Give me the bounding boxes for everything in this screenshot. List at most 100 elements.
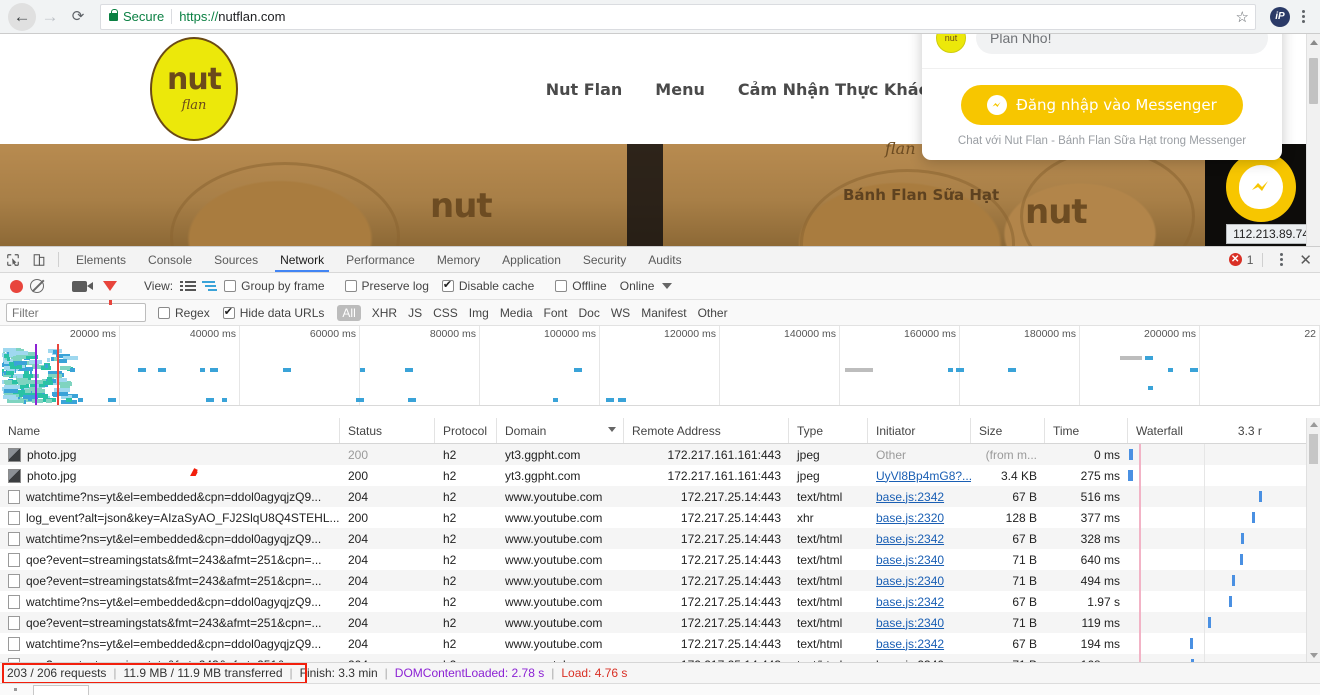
- table-row[interactable]: photo.jpg 200 h2 yt3.ggpht.com 172.217.161.1…: [0, 444, 1320, 465]
- cell-initiator[interactable]: base.js:2340: [868, 574, 971, 588]
- extension-icon[interactable]: iP: [1270, 6, 1290, 27]
- tab-performance[interactable]: Performance: [335, 247, 426, 272]
- scroll-up-arrow-icon[interactable]: [1310, 422, 1318, 427]
- column-header-remote-address[interactable]: Remote Address: [624, 418, 789, 443]
- table-row[interactable]: watchtime?ns=yt&el=embedded&cpn=ddol0agy…: [0, 486, 1320, 507]
- devtools-menu-icon[interactable]: [1272, 253, 1290, 266]
- devtools-close-icon[interactable]: ✕: [1299, 251, 1312, 269]
- cell-initiator[interactable]: base.js:2340: [868, 553, 971, 567]
- inspect-element-icon[interactable]: [0, 247, 26, 272]
- scroll-up-arrow-icon[interactable]: [1310, 40, 1318, 45]
- column-header-name[interactable]: Name: [0, 418, 340, 443]
- column-header-status[interactable]: Status: [340, 418, 435, 443]
- regex-checkbox[interactable]: Regex: [158, 306, 210, 320]
- cell-name: watchtime?ns=yt&el=embedded&cpn=ddol0agy…: [0, 490, 340, 504]
- tab-application[interactable]: Application: [491, 247, 572, 272]
- waterfall-view-icon[interactable]: [202, 280, 218, 292]
- chevron-down-icon[interactable]: [662, 283, 673, 289]
- tab-memory[interactable]: Memory: [426, 247, 491, 272]
- cell-initiator[interactable]: base.js:2342: [868, 532, 971, 546]
- cell-initiator[interactable]: base.js:2342: [868, 637, 971, 651]
- column-header-type[interactable]: Type: [789, 418, 868, 443]
- table-row[interactable]: qoe?event=streamingstats&fmt=243&afmt=25…: [0, 612, 1320, 633]
- tab-elements[interactable]: Elements: [65, 247, 137, 272]
- filter-type-doc[interactable]: Doc: [579, 306, 600, 320]
- filter-funnel-icon[interactable]: [103, 281, 117, 305]
- cell-size-text: 67 B: [1012, 489, 1037, 504]
- cell-name-text: watchtime?ns=yt&el=embedded&cpn=ddol0agy…: [26, 594, 322, 609]
- nav-item-menu[interactable]: Menu: [655, 80, 705, 99]
- filter-type-ws[interactable]: WS: [611, 306, 630, 320]
- filter-type-other[interactable]: Other: [698, 306, 728, 320]
- nav-item-reviews[interactable]: Cảm Nhận Thực Khác: [738, 80, 928, 99]
- filter-type-xhr[interactable]: XHR: [372, 306, 397, 320]
- network-overview-timeline[interactable]: 20000 ms 40000 ms 60000 ms 80000 ms 100000 m…: [0, 326, 1320, 406]
- column-header-initiator[interactable]: Initiator: [868, 418, 971, 443]
- cell-initiator[interactable]: UyVl8Bp4mG8?...: [868, 469, 971, 483]
- network-scrollbar-thumb[interactable]: [1309, 434, 1318, 464]
- filter-type-js[interactable]: JS: [408, 306, 422, 320]
- cell-remote-address-text: 172.217.25.14:443: [680, 552, 781, 567]
- tab-console[interactable]: Console: [137, 247, 203, 272]
- table-row[interactable]: qoe?event=streamingstats&fmt=243&afmt=25…: [0, 549, 1320, 570]
- clear-icon[interactable]: [30, 279, 44, 293]
- messenger-login-button[interactable]: Đăng nhập vào Messenger: [961, 85, 1243, 125]
- toggle-device-toolbar-icon[interactable]: [26, 247, 52, 272]
- column-header-waterfall[interactable]: Waterfall 3.3 r: [1128, 418, 1320, 443]
- cell-remote-address-text: 172.217.25.14:443: [680, 594, 781, 609]
- cell-type-text: text/html: [797, 489, 843, 504]
- list-view-icon[interactable]: [180, 280, 197, 292]
- network-table-scrollbar[interactable]: [1306, 418, 1320, 662]
- table-row[interactable]: qoe?event=streamingstats&fmt=243&afmt=25…: [0, 570, 1320, 591]
- cell-initiator[interactable]: base.js:2342: [868, 595, 971, 609]
- record-button[interactable]: [10, 279, 23, 293]
- back-button[interactable]: ←: [8, 2, 36, 31]
- page-scrollbar[interactable]: [1306, 34, 1320, 246]
- filter-input[interactable]: [6, 303, 146, 322]
- tab-network[interactable]: Network: [269, 247, 335, 272]
- filter-type-media[interactable]: Media: [500, 306, 533, 320]
- tab-security[interactable]: Security: [572, 247, 637, 272]
- disable-cache-checkbox[interactable]: Disable cache: [441, 278, 534, 293]
- table-row[interactable]: qoe?event=streamingstats&fmt=243&afmt=25…: [0, 654, 1320, 662]
- address-bar[interactable]: Secure https://nutflan.com ☆: [100, 3, 1256, 30]
- hide-data-urls-checkbox[interactable]: Hide data URLs: [222, 305, 324, 320]
- offline-checkbox[interactable]: Offline: [555, 279, 607, 293]
- table-row[interactable]: watchtime?ns=yt&el=embedded&cpn=ddol0agy…: [0, 591, 1320, 612]
- browser-menu-icon[interactable]: [1294, 10, 1312, 23]
- column-header-domain[interactable]: Domain: [497, 418, 624, 443]
- reload-button[interactable]: ⟳: [64, 3, 92, 31]
- filter-type-manifest[interactable]: Manifest: [641, 306, 686, 320]
- filter-type-all[interactable]: All: [337, 304, 361, 321]
- column-header-protocol[interactable]: Protocol: [435, 418, 497, 443]
- group-by-frame-checkbox[interactable]: Group by frame: [224, 279, 325, 293]
- throttling-select[interactable]: Online: [620, 279, 655, 293]
- cell-initiator[interactable]: base.js:2340: [868, 616, 971, 630]
- filter-type-img[interactable]: Img: [469, 306, 489, 320]
- nav-item-nut-flan[interactable]: Nut Flan: [546, 80, 623, 99]
- column-header-size[interactable]: Size: [971, 418, 1045, 443]
- error-count-badge[interactable]: ✕ 1: [1228, 253, 1253, 267]
- tab-audits[interactable]: Audits: [637, 247, 692, 272]
- camera-icon[interactable]: [72, 280, 93, 292]
- site-logo[interactable]: nut flan: [150, 37, 238, 141]
- messenger-fab-button[interactable]: [1226, 152, 1296, 222]
- messenger-login-popup: nut Plan Nho! Đăng nhập vào Messenger Ch…: [922, 34, 1282, 160]
- cell-initiator[interactable]: base.js:2320: [868, 511, 971, 525]
- cell-initiator[interactable]: base.js:2342: [868, 490, 971, 504]
- page-scrollbar-thumb[interactable]: [1309, 58, 1318, 104]
- preserve-log-checkbox[interactable]: Preserve log: [344, 279, 429, 293]
- table-row[interactable]: log_event?alt=json&key=AIzaSyAO_FJ2SlqU8…: [0, 507, 1320, 528]
- column-header-time[interactable]: Time: [1045, 418, 1128, 443]
- table-row[interactable]: photo.jpg 200 h2 yt3.ggpht.com 172.217.161.1…: [0, 465, 1320, 486]
- scroll-down-arrow-icon[interactable]: [1310, 653, 1318, 658]
- star-icon[interactable]: ☆: [1236, 8, 1249, 26]
- filter-type-css[interactable]: CSS: [433, 306, 458, 320]
- tab-sources[interactable]: Sources: [203, 247, 269, 272]
- table-row[interactable]: watchtime?ns=yt&el=embedded&cpn=ddol0agy…: [0, 528, 1320, 549]
- filter-type-font[interactable]: Font: [544, 306, 568, 320]
- table-row[interactable]: watchtime?ns=yt&el=embedded&cpn=ddol0agy…: [0, 633, 1320, 654]
- cell-protocol-text: h2: [443, 510, 457, 525]
- forward-button[interactable]: →: [36, 3, 64, 31]
- overview-request-mark: [1168, 368, 1173, 372]
